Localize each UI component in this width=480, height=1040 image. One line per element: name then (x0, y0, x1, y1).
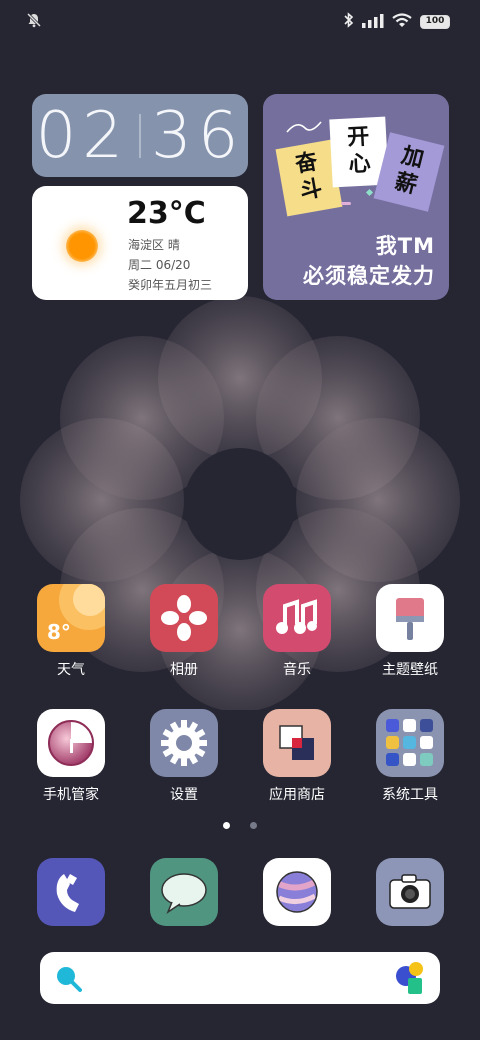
wifi-icon (392, 12, 412, 32)
clock-separator (139, 113, 141, 158)
slogan-line-1: 我TM (375, 234, 435, 258)
clock-widget[interactable]: 02 36 (32, 94, 248, 177)
doodle-icon (286, 121, 322, 133)
weather-widget[interactable]: 23°C 海淀区 晴 周二 06/20 癸卯年五月初三 (32, 186, 248, 300)
app-label: 应用商店 (269, 787, 325, 803)
app-label: 天气 (57, 662, 85, 678)
folder-icon (376, 709, 444, 777)
sun-icon (66, 230, 98, 262)
page-dot[interactable] (250, 822, 257, 829)
app-settings[interactable]: 设置 (134, 709, 234, 804)
temperature: 23°C (127, 196, 206, 231)
phone-icon (37, 858, 105, 926)
app-store[interactable]: 应用商店 (247, 709, 347, 804)
clock-hours: 02 (35, 98, 129, 173)
app-label: 系统工具 (382, 787, 438, 803)
dock-camera[interactable] (360, 858, 460, 926)
settings-gear-icon (150, 709, 218, 777)
app-phone-manager[interactable]: 手机管家 (21, 709, 121, 804)
app-label: 相册 (170, 662, 198, 678)
bluetooth-icon (344, 12, 354, 32)
messages-icon (150, 858, 218, 926)
signal-icon (362, 13, 384, 32)
confetti-decoration (365, 188, 374, 197)
music-icon (263, 584, 331, 652)
assistant-icon[interactable] (394, 960, 426, 1000)
status-bar: 100 (0, 0, 480, 40)
search-icon[interactable] (54, 964, 84, 998)
theme-icon (376, 584, 444, 652)
browser-icon (263, 858, 331, 926)
dock-browser[interactable] (247, 858, 347, 926)
clock-minutes: 36 (151, 98, 245, 173)
lunar-date: 癸卯年五月初三 (128, 278, 213, 292)
app-music[interactable]: 音乐 (247, 584, 347, 679)
app-store-icon (263, 709, 331, 777)
camera-icon (376, 858, 444, 926)
app-label: 主题壁纸 (382, 662, 438, 678)
app-label: 手机管家 (43, 787, 99, 803)
motivation-widget[interactable]: 奋斗 开心 加薪 我TM 必须稳定发力 (263, 94, 449, 300)
weather-icon: 8° (37, 584, 105, 652)
page-dot-active[interactable] (223, 822, 230, 829)
location-condition: 海淀区 晴 (128, 238, 180, 252)
page-indicator (0, 822, 480, 829)
confetti-decoration (341, 202, 351, 205)
app-system-tools[interactable]: 系统工具 (360, 709, 460, 804)
app-weather[interactable]: 8° 天气 (21, 584, 121, 679)
gallery-icon (150, 584, 218, 652)
app-label: 音乐 (283, 662, 311, 678)
slogan-line-2: 必须稳定发力 (303, 264, 435, 288)
weather-date: 周二 06/20 (128, 258, 191, 272)
search-bar[interactable] (40, 952, 440, 1004)
security-icon (37, 709, 105, 777)
notifications-muted-icon (26, 12, 42, 32)
dock-phone[interactable] (21, 858, 121, 926)
app-themes[interactable]: 主题壁纸 (360, 584, 460, 679)
app-label: 设置 (170, 787, 198, 803)
app-gallery[interactable]: 相册 (134, 584, 234, 679)
battery-indicator: 100 (420, 15, 450, 29)
dock-messages[interactable] (134, 858, 234, 926)
